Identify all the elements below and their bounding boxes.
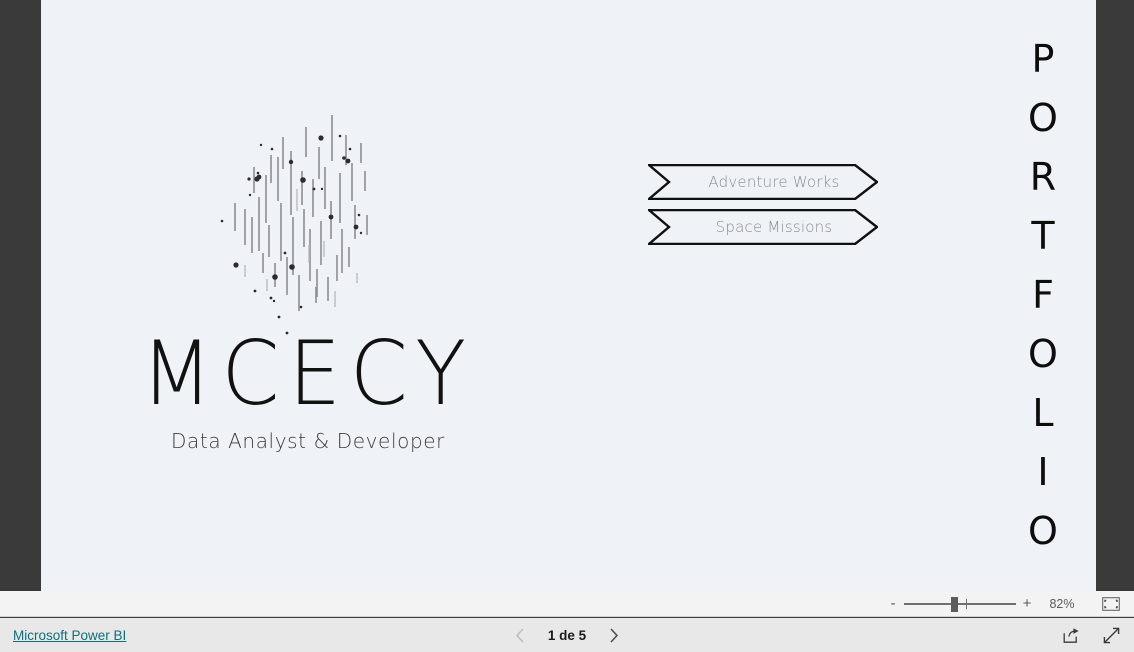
status-bar-actions [1060,624,1122,646]
portfolio-letter: I [1037,450,1049,494]
zoom-out-button[interactable]: - [884,596,902,611]
report-viewport: MCECY Data Analyst & Developer Adventure… [0,0,1134,591]
portfolio-letter: F [1032,273,1054,317]
zoom-slider-tick [965,598,967,609]
share-button[interactable] [1060,624,1082,646]
logo-wordmark: MCECY [140,322,476,426]
page-navigator: 1 de 5 [0,625,1134,645]
zoom-level-value: 82% [1049,596,1075,611]
chevron-right-icon [610,627,619,643]
nav-button-adventure-works[interactable]: Adventure Works [648,164,878,200]
portfolio-vertical-title: P O R T F O L I O [1016,30,1070,561]
report-canvas[interactable]: MCECY Data Analyst & Developer Adventure… [41,0,1096,591]
logo-tagline-row: Data Analyst & Developer [113,429,503,453]
brand-logo: MCECY Data Analyst & Developer [113,330,503,453]
portfolio-letter: T [1031,214,1055,258]
portfolio-letter: R [1029,155,1057,199]
logo-tagline: Data Analyst & Developer [171,429,445,453]
portfolio-letter: O [1028,509,1058,553]
abstract-data-artwork [209,105,394,335]
zoom-slider[interactable] [904,596,1016,612]
page-indicator: 1 de 5 [547,627,587,643]
portfolio-letter: L [1032,391,1054,435]
portfolio-letter: O [1028,332,1058,376]
zoom-in-button[interactable]: + [1018,596,1036,611]
fullscreen-button[interactable] [1100,624,1122,646]
share-icon [1063,627,1079,643]
fit-to-page-icon [1102,596,1120,611]
nav-button-space-missions[interactable]: Space Missions [648,209,878,245]
portfolio-letter: P [1031,37,1055,81]
chevron-left-icon [515,627,524,643]
zoom-slider-thumb[interactable] [951,596,959,612]
fit-to-page-button[interactable] [1098,594,1124,614]
report-nav-buttons: Adventure Works Space Missions [648,164,878,254]
zoom-slider-track [904,602,1016,605]
status-bar: Microsoft Power BI 1 de 5 [0,618,1134,652]
fullscreen-icon [1103,627,1119,643]
previous-page-button[interactable] [510,625,530,645]
power-bi-report-viewer: MCECY Data Analyst & Developer Adventure… [0,0,1134,652]
next-page-button[interactable] [604,625,624,645]
portfolio-letter: O [1028,96,1058,140]
zoom-toolbar: - + 82% [0,591,1134,617]
